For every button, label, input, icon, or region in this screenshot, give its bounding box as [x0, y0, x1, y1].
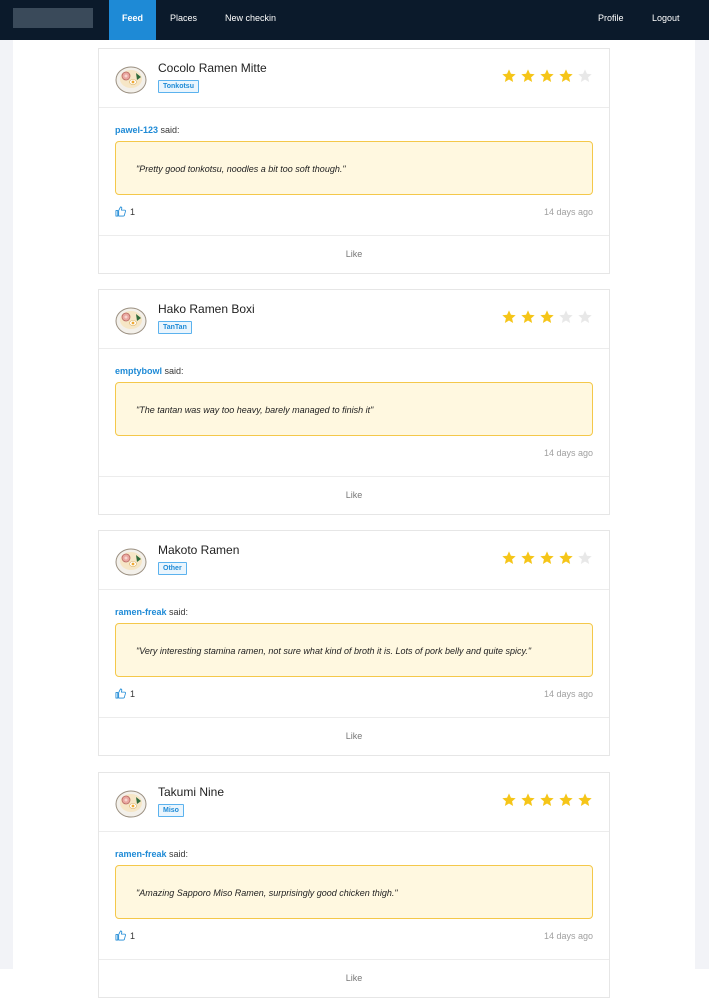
- author-line: emptybowl said:: [115, 366, 184, 376]
- brand-logo[interactable]: [13, 8, 93, 28]
- star-filled-icon: [559, 793, 573, 806]
- star-filled-icon: [540, 310, 554, 323]
- star-filled-icon: [540, 551, 554, 564]
- checkin-card: Takumi Nine Miso ramen-freak said: "Amaz…: [98, 772, 610, 998]
- author-line: ramen-freak said:: [115, 849, 188, 859]
- card-body: ramen-freak said: "Very interesting stam…: [99, 590, 609, 718]
- checkin-card: Makoto Ramen Other ramen-freak said: "Ve…: [98, 530, 610, 756]
- review-quote: "The tantan was way too heavy, barely ma…: [115, 382, 593, 436]
- card-header: Hako Ramen Boxi TanTan: [99, 290, 609, 349]
- ramen-type-tag: Other: [158, 562, 187, 575]
- star-filled-icon: [559, 551, 573, 564]
- like-button[interactable]: Like: [99, 477, 609, 514]
- review-quote: "Very interesting stamina ramen, not sur…: [115, 623, 593, 677]
- said-label: said:: [169, 849, 189, 859]
- card-body: pawel-123 said: "Pretty good tonkotsu, n…: [99, 108, 609, 236]
- ramen-type-tag: Miso: [158, 804, 184, 817]
- thumbs-up-icon: [115, 206, 126, 217]
- star-filled-icon: [559, 69, 573, 82]
- author-link[interactable]: emptybowl: [115, 366, 162, 376]
- like-button[interactable]: Like: [99, 960, 609, 997]
- thumbs-up-icon: [115, 930, 126, 941]
- checkin-card: Hako Ramen Boxi TanTan emptybowl said: "…: [98, 289, 610, 515]
- card-header: Cocolo Ramen Mitte Tonkotsu: [99, 49, 609, 108]
- said-label: said:: [169, 607, 189, 617]
- nav-places[interactable]: Places: [157, 0, 210, 40]
- place-name[interactable]: Hako Ramen Boxi: [158, 302, 255, 316]
- rating-stars: [501, 68, 593, 84]
- star-filled-icon: [521, 310, 535, 323]
- review-quote: "Amazing Sapporo Miso Ramen, surprisingl…: [115, 865, 593, 919]
- card-body: ramen-freak said: "Amazing Sapporo Miso …: [99, 832, 609, 960]
- place-name[interactable]: Takumi Nine: [158, 785, 224, 799]
- ramen-type-tag: Tonkotsu: [158, 80, 199, 93]
- said-label: said:: [160, 125, 180, 135]
- like-count: 1: [115, 206, 135, 217]
- star-filled-icon: [521, 69, 535, 82]
- author-line: ramen-freak said:: [115, 607, 188, 617]
- card-header: Makoto Ramen Other: [99, 531, 609, 590]
- ramen-type-tag: TanTan: [158, 321, 192, 334]
- said-label: said:: [164, 366, 184, 376]
- rating-stars: [501, 792, 593, 808]
- card-header: Takumi Nine Miso: [99, 773, 609, 832]
- card-body: emptybowl said: "The tantan was way too …: [99, 349, 609, 477]
- like-count: 1: [115, 930, 135, 941]
- star-filled-icon: [578, 793, 592, 806]
- place-name[interactable]: Makoto Ramen: [158, 543, 239, 557]
- rating-stars: [501, 309, 593, 325]
- ramen-bowl-icon: [115, 790, 147, 818]
- thumbs-up-icon: [115, 688, 126, 699]
- author-line: pawel-123 said:: [115, 125, 180, 135]
- top-navbar: Feed Places New checkin Profile Logout: [0, 0, 709, 40]
- star-filled-icon: [540, 793, 554, 806]
- star-filled-icon: [502, 310, 516, 323]
- timestamp: 14 days ago: [543, 689, 593, 699]
- like-count-value: 1: [130, 206, 136, 217]
- star-filled-icon: [521, 793, 535, 806]
- place-name[interactable]: Cocolo Ramen Mitte: [158, 61, 267, 75]
- ramen-bowl-icon: [115, 307, 147, 335]
- like-count: 1: [115, 688, 135, 699]
- timestamp: 14 days ago: [543, 448, 593, 458]
- author-link[interactable]: ramen-freak: [115, 849, 167, 859]
- star-empty-icon: [578, 310, 592, 323]
- star-filled-icon: [502, 793, 516, 806]
- timestamp: 14 days ago: [543, 207, 593, 217]
- star-empty-icon: [559, 310, 573, 323]
- like-count-value: 1: [130, 930, 136, 941]
- ramen-bowl-icon: [115, 548, 147, 576]
- star-empty-icon: [578, 69, 592, 82]
- like-count-value: 1: [130, 688, 136, 699]
- nav-logout[interactable]: Logout: [639, 0, 693, 40]
- timestamp: 14 days ago: [543, 931, 593, 941]
- author-link[interactable]: ramen-freak: [115, 607, 167, 617]
- nav-profile[interactable]: Profile: [585, 0, 637, 40]
- star-empty-icon: [578, 551, 592, 564]
- ramen-bowl-icon: [115, 66, 147, 94]
- star-filled-icon: [540, 69, 554, 82]
- author-link[interactable]: pawel-123: [115, 125, 158, 135]
- review-quote: "Pretty good tonkotsu, noodles a bit too…: [115, 141, 593, 195]
- rating-stars: [501, 550, 593, 566]
- like-button[interactable]: Like: [99, 236, 609, 273]
- checkin-card: Cocolo Ramen Mitte Tonkotsu pawel-123 sa…: [98, 48, 610, 274]
- nav-new-checkin[interactable]: New checkin: [212, 0, 289, 40]
- star-filled-icon: [521, 551, 535, 564]
- nav-feed[interactable]: Feed: [109, 0, 157, 40]
- like-button[interactable]: Like: [99, 718, 609, 755]
- star-filled-icon: [502, 69, 516, 82]
- star-filled-icon: [502, 551, 516, 564]
